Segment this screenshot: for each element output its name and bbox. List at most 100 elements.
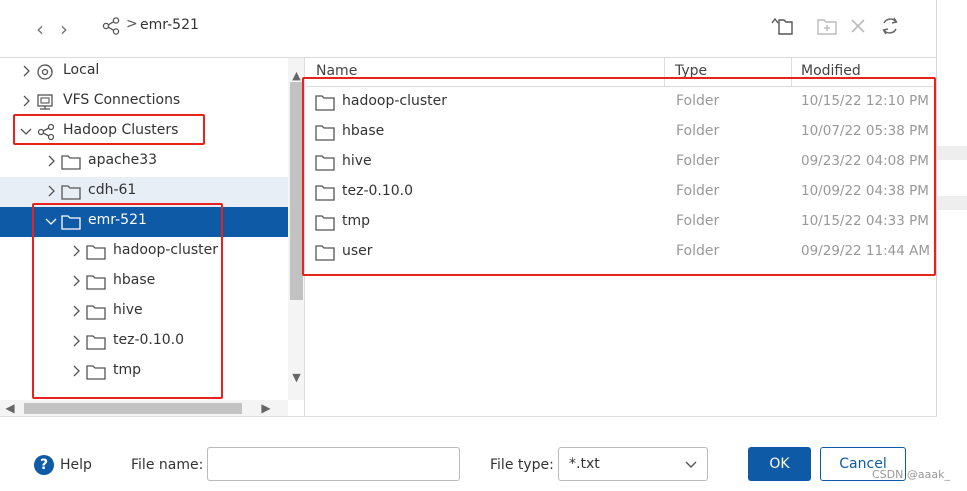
refresh-icon[interactable] xyxy=(878,14,902,38)
column-header-modified[interactable]: Modified xyxy=(792,58,937,87)
file-type: Folder xyxy=(676,213,720,229)
back-button[interactable]: ‹ xyxy=(31,18,49,40)
tree-item-label: tez-0.10.0 xyxy=(113,332,185,348)
file-name: user xyxy=(342,243,373,259)
tree-item-label: hadoop-cluster xyxy=(113,242,219,258)
forward-button[interactable]: › xyxy=(55,18,73,40)
cluster-icon xyxy=(37,123,55,141)
delete-icon[interactable] xyxy=(846,14,870,38)
tree-item[interactable]: hadoop-cluster xyxy=(0,237,288,267)
tree-item[interactable]: emr-521 xyxy=(0,207,288,237)
file-name: hbase xyxy=(342,123,385,139)
help-icon[interactable]: ? xyxy=(34,455,54,475)
file-name-label: File name: xyxy=(131,457,204,473)
breadcrumb-separator: > xyxy=(126,16,138,32)
table-row[interactable]: hbase Folder 10/07/22 05:38 PM xyxy=(305,117,937,147)
folder-icon xyxy=(315,125,335,141)
chevron-right-icon[interactable] xyxy=(70,334,82,348)
tree-item-label: emr-521 xyxy=(88,212,147,228)
tree-item[interactable]: Local xyxy=(0,58,288,87)
file-type: Folder xyxy=(676,183,720,199)
folder-icon xyxy=(86,305,106,320)
folder-icon xyxy=(61,155,81,170)
chevron-right-icon[interactable] xyxy=(45,154,57,168)
folder-icon xyxy=(315,215,335,231)
chevron-right-icon[interactable] xyxy=(20,64,32,78)
folder-icon xyxy=(315,245,335,261)
file-modified: 10/15/22 12:10 PM xyxy=(801,93,929,109)
tree-item[interactable]: apache33 xyxy=(0,147,288,177)
folder-icon xyxy=(86,245,106,260)
chevron-down-icon[interactable] xyxy=(45,214,57,228)
tree-item[interactable]: VFS Connections xyxy=(0,87,288,117)
file-modified: 10/15/22 04:33 PM xyxy=(801,213,929,229)
chevron-down-icon xyxy=(685,461,697,468)
table-row[interactable]: tez-0.10.0 Folder 10/09/22 04:38 PM xyxy=(305,177,937,207)
chevron-right-icon[interactable] xyxy=(70,364,82,378)
folder-icon xyxy=(315,155,335,171)
table-row[interactable]: hadoop-cluster Folder 10/15/22 12:10 PM xyxy=(305,87,937,117)
folder-icon xyxy=(61,185,81,200)
tree-item[interactable]: Hadoop Clusters xyxy=(0,117,288,147)
file-name: hadoop-cluster xyxy=(342,93,448,109)
tree-item-label: hive xyxy=(113,302,143,318)
breadcrumb-current[interactable]: emr-521 xyxy=(140,17,199,33)
file-modified: 09/23/22 04:08 PM xyxy=(801,153,929,169)
file-modified: 10/07/22 05:38 PM xyxy=(801,123,929,139)
file-type-value: *.txt xyxy=(569,456,600,472)
folder-icon xyxy=(86,335,106,350)
folder-icon xyxy=(315,185,335,201)
tree-vertical-scrollbar[interactable]: ▲ ▼ xyxy=(288,58,304,400)
file-type: Folder xyxy=(676,93,720,109)
scroll-thumb[interactable] xyxy=(24,403,242,414)
chevron-right-icon[interactable] xyxy=(20,94,32,108)
scroll-thumb[interactable] xyxy=(290,82,303,300)
tree-item[interactable]: hbase xyxy=(0,267,288,297)
chevron-right-icon[interactable] xyxy=(70,244,82,258)
chevron-down-icon[interactable] xyxy=(20,124,32,138)
background-row xyxy=(937,146,967,160)
folder-icon xyxy=(61,215,81,230)
scroll-left-icon[interactable]: ◀ xyxy=(2,400,18,416)
tree-item-label: Local xyxy=(63,62,100,78)
folder-icon xyxy=(86,365,106,380)
file-type-select[interactable]: *.txt xyxy=(558,447,708,481)
file-name: tmp xyxy=(342,213,371,229)
vfs-icon xyxy=(37,94,53,110)
background-window xyxy=(937,0,967,491)
file-type: Folder xyxy=(676,153,720,169)
tree-item[interactable]: cdh-61 xyxy=(0,177,288,207)
file-type: Folder xyxy=(676,243,720,259)
column-header-name[interactable]: Name xyxy=(305,58,665,87)
chevron-right-icon[interactable] xyxy=(45,184,57,198)
file-name: hive xyxy=(342,153,372,169)
table-row[interactable]: tmp Folder 10/15/22 04:33 PM xyxy=(305,207,937,237)
chevron-right-icon[interactable] xyxy=(70,274,82,288)
file-modified: 09/29/22 11:44 AM xyxy=(801,243,931,259)
chevron-right-icon[interactable] xyxy=(70,304,82,318)
file-name-input[interactable] xyxy=(207,447,460,481)
tree-horizontal-scrollbar[interactable]: ◀ ▶ xyxy=(0,400,288,416)
ok-button[interactable]: OK xyxy=(748,447,811,481)
table-row[interactable]: user Folder 09/29/22 11:44 AM xyxy=(305,237,937,267)
local-icon xyxy=(37,64,53,80)
file-type: Folder xyxy=(676,123,720,139)
table-row[interactable]: hive Folder 09/23/22 04:08 PM xyxy=(305,147,937,177)
dialog-toolbar: ‹ › > emr-521 xyxy=(0,0,937,56)
file-list: Name Type Modified hadoop-cluster Folder 1… xyxy=(305,57,937,416)
new-folder-icon[interactable] xyxy=(815,14,839,38)
scroll-down-icon[interactable]: ▼ xyxy=(288,370,304,386)
help-link[interactable]: Help xyxy=(60,457,92,473)
watermark: CSDN @aaak_ xyxy=(872,468,950,481)
parent-folder-icon[interactable] xyxy=(770,14,794,38)
scroll-right-icon[interactable]: ▶ xyxy=(258,400,274,416)
file-type-label: File type: xyxy=(490,457,554,473)
tree-item-label: hbase xyxy=(113,272,156,288)
tree-item[interactable]: tez-0.10.0 xyxy=(0,327,288,357)
tree-item[interactable]: tmp xyxy=(0,357,288,387)
tree-item[interactable]: hive xyxy=(0,297,288,327)
folder-icon xyxy=(315,95,335,111)
folder-tree: Local VFS Connections Hadoop Clusters apach… xyxy=(0,57,305,416)
column-header-type[interactable]: Type xyxy=(665,58,792,87)
tree-item-label: cdh-61 xyxy=(88,182,137,198)
